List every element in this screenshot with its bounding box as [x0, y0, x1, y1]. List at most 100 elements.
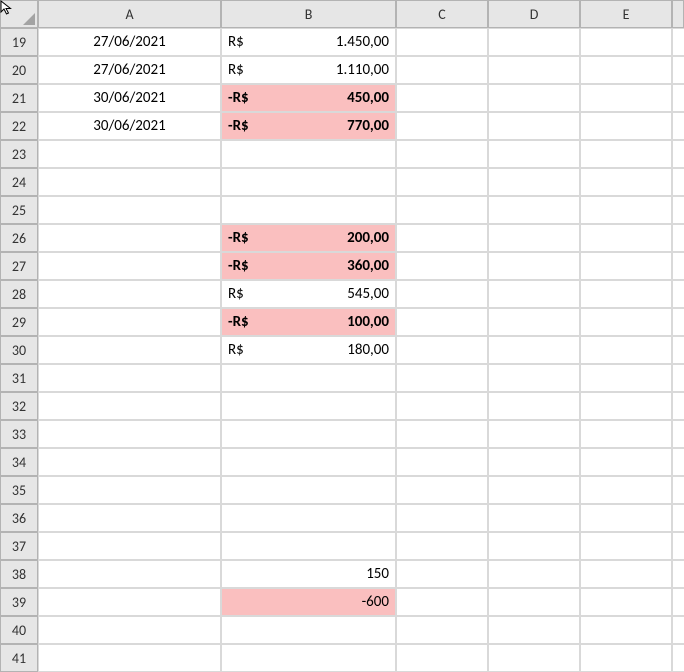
row-header-24[interactable]: 24 [0, 168, 38, 196]
row-header-40[interactable]: 40 [0, 616, 38, 644]
cell-X33[interactable] [672, 420, 684, 448]
cell-C40[interactable] [396, 616, 488, 644]
cell-B25[interactable] [221, 196, 396, 224]
cell-A38[interactable] [38, 560, 221, 588]
cell-C37[interactable] [396, 532, 488, 560]
row-header-32[interactable]: 32 [0, 392, 38, 420]
row-header-23[interactable]: 23 [0, 140, 38, 168]
cell-A41[interactable] [38, 644, 221, 672]
cell-E40[interactable] [580, 616, 672, 644]
cell-X28[interactable] [672, 280, 684, 308]
cell-X31[interactable] [672, 364, 684, 392]
cell-B21[interactable]: -R$450,00 [221, 84, 396, 112]
row-header-37[interactable]: 37 [0, 532, 38, 560]
cell-C36[interactable] [396, 504, 488, 532]
row-header-36[interactable]: 36 [0, 504, 38, 532]
cell-C38[interactable] [396, 560, 488, 588]
cell-E37[interactable] [580, 532, 672, 560]
row-header-29[interactable]: 29 [0, 308, 38, 336]
column-header-D[interactable]: D [488, 0, 580, 28]
cell-E24[interactable] [580, 168, 672, 196]
cell-X40[interactable] [672, 616, 684, 644]
cell-B35[interactable] [221, 476, 396, 504]
cell-E26[interactable] [580, 224, 672, 252]
cell-B26[interactable]: -R$200,00 [221, 224, 396, 252]
cell-E38[interactable] [580, 560, 672, 588]
cell-B19[interactable]: R$1.450,00 [221, 28, 396, 56]
cell-A28[interactable] [38, 280, 221, 308]
column-header-extra[interactable] [672, 0, 684, 28]
row-header-41[interactable]: 41 [0, 644, 38, 672]
row-header-33[interactable]: 33 [0, 420, 38, 448]
row-header-34[interactable]: 34 [0, 448, 38, 476]
cell-E34[interactable] [580, 448, 672, 476]
row-header-25[interactable]: 25 [0, 196, 38, 224]
cell-A26[interactable] [38, 224, 221, 252]
cell-A22[interactable]: 30/06/2021 [38, 112, 221, 140]
cell-E29[interactable] [580, 308, 672, 336]
cell-E36[interactable] [580, 504, 672, 532]
cell-D19[interactable] [488, 28, 580, 56]
cell-D29[interactable] [488, 308, 580, 336]
cell-E19[interactable] [580, 28, 672, 56]
cell-D33[interactable] [488, 420, 580, 448]
cell-A24[interactable] [38, 168, 221, 196]
row-header-27[interactable]: 27 [0, 252, 38, 280]
cell-A40[interactable] [38, 616, 221, 644]
cell-C27[interactable] [396, 252, 488, 280]
cell-E27[interactable] [580, 252, 672, 280]
row-header-28[interactable]: 28 [0, 280, 38, 308]
row-header-19[interactable]: 19 [0, 28, 38, 56]
cell-E35[interactable] [580, 476, 672, 504]
cell-X27[interactable] [672, 252, 684, 280]
cell-A30[interactable] [38, 336, 221, 364]
cell-C25[interactable] [396, 196, 488, 224]
cell-B23[interactable] [221, 140, 396, 168]
cell-X39[interactable] [672, 588, 684, 616]
cell-A35[interactable] [38, 476, 221, 504]
cell-B30[interactable]: R$180,00 [221, 336, 396, 364]
column-header-E[interactable]: E [580, 0, 672, 28]
cell-A34[interactable] [38, 448, 221, 476]
cell-D23[interactable] [488, 140, 580, 168]
cell-C39[interactable] [396, 588, 488, 616]
cell-C21[interactable] [396, 84, 488, 112]
row-header-22[interactable]: 22 [0, 112, 38, 140]
row-header-26[interactable]: 26 [0, 224, 38, 252]
cell-X23[interactable] [672, 140, 684, 168]
cell-B33[interactable] [221, 420, 396, 448]
cell-A36[interactable] [38, 504, 221, 532]
column-header-A[interactable]: A [38, 0, 221, 28]
cell-D27[interactable] [488, 252, 580, 280]
cell-E41[interactable] [580, 644, 672, 672]
cell-A27[interactable] [38, 252, 221, 280]
cell-A31[interactable] [38, 364, 221, 392]
cell-B39[interactable]: -600 [221, 588, 396, 616]
cell-A20[interactable]: 27/06/2021 [38, 56, 221, 84]
cell-B31[interactable] [221, 364, 396, 392]
cell-B27[interactable]: -R$360,00 [221, 252, 396, 280]
row-header-39[interactable]: 39 [0, 588, 38, 616]
cell-C32[interactable] [396, 392, 488, 420]
cell-D20[interactable] [488, 56, 580, 84]
cell-X41[interactable] [672, 644, 684, 672]
cell-X22[interactable] [672, 112, 684, 140]
cell-C35[interactable] [396, 476, 488, 504]
cell-D28[interactable] [488, 280, 580, 308]
row-header-31[interactable]: 31 [0, 364, 38, 392]
cell-E33[interactable] [580, 420, 672, 448]
cell-E30[interactable] [580, 336, 672, 364]
cell-A29[interactable] [38, 308, 221, 336]
cell-C22[interactable] [396, 112, 488, 140]
cell-B32[interactable] [221, 392, 396, 420]
cell-C31[interactable] [396, 364, 488, 392]
cell-A25[interactable] [38, 196, 221, 224]
cell-D41[interactable] [488, 644, 580, 672]
cell-D21[interactable] [488, 84, 580, 112]
cell-D40[interactable] [488, 616, 580, 644]
row-header-30[interactable]: 30 [0, 336, 38, 364]
cell-D36[interactable] [488, 504, 580, 532]
cell-B36[interactable] [221, 504, 396, 532]
cell-A33[interactable] [38, 420, 221, 448]
cell-C34[interactable] [396, 448, 488, 476]
